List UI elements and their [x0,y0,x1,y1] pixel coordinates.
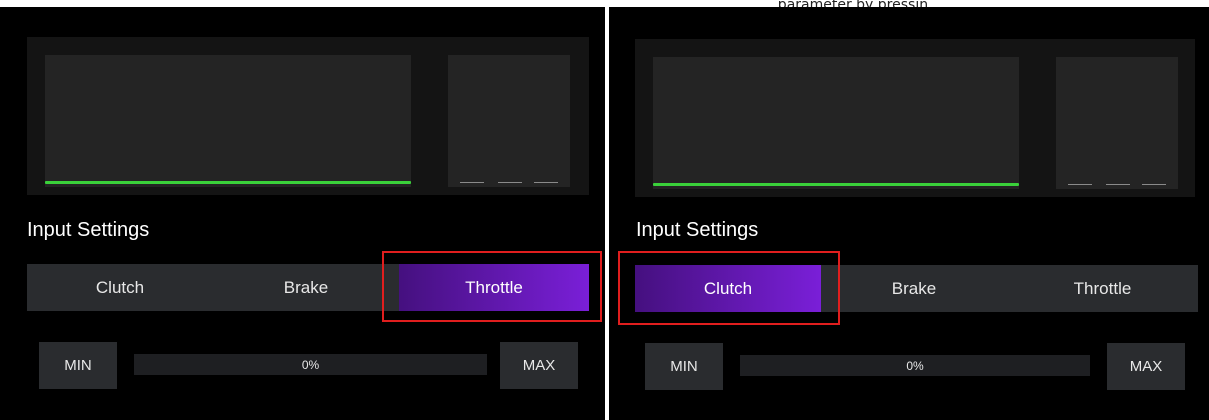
meter-marker [460,182,484,183]
max-button[interactable]: MAX [500,342,578,389]
section-title-input-settings: Input Settings [27,219,150,241]
input-level-meter [448,55,570,187]
screenshot-composite: ... parameter by pressin... Input Settin… [0,0,1209,420]
tab-clutch[interactable]: Clutch [635,265,821,312]
tab-brake[interactable]: Brake [213,264,399,311]
tab-throttle[interactable]: Throttle [1007,265,1198,312]
settings-panel-throttle: Input Settings Clutch Brake Throttle MIN… [0,7,605,420]
meter-marker [1142,184,1166,185]
meter-marker [1068,184,1092,185]
input-level-meter [1056,57,1178,189]
tab-clutch[interactable]: Clutch [27,264,213,311]
input-graph-frame [635,39,1195,197]
input-range-bar: 0% [134,354,487,375]
input-value: 0% [906,358,924,373]
tab-throttle[interactable]: Throttle [399,264,589,311]
curve-line [45,181,411,184]
input-graph-frame [27,37,589,195]
meter-marker [498,182,522,183]
pedal-tab-bar: Clutch Brake Throttle [635,265,1198,312]
meter-marker [1106,184,1130,185]
min-button[interactable]: MIN [645,343,723,390]
max-button[interactable]: MAX [1107,343,1185,390]
tab-brake[interactable]: Brake [821,265,1007,312]
input-range-bar: 0% [740,355,1090,376]
pedal-tab-bar: Clutch Brake Throttle [27,264,589,311]
response-curve-graph [45,55,411,187]
curve-line [653,183,1019,186]
min-button[interactable]: MIN [39,342,117,389]
input-value: 0% [301,357,320,372]
meter-marker [534,182,558,183]
section-title-input-settings: Input Settings [636,219,759,241]
settings-panel-clutch: Input Settings Clutch Brake Throttle MIN… [609,7,1209,420]
response-curve-graph [653,57,1019,189]
